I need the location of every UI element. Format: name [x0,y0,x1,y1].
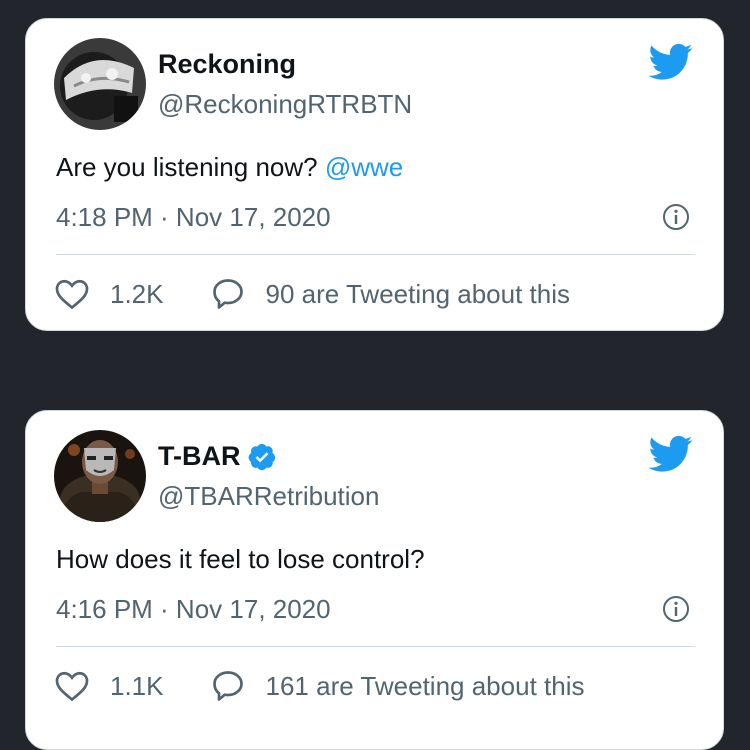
conversation-count[interactable]: 161 are Tweeting about this [266,671,585,702]
user-handle[interactable]: @TBARRetribution [158,481,379,512]
verified-badge-icon [248,443,275,470]
tweet-card[interactable]: T-BAR @TBARRetribution How does it feel … [25,410,724,750]
avatar[interactable] [54,38,146,130]
display-name-text[interactable]: Reckoning [158,49,296,80]
mention-link[interactable]: @wwe [325,152,403,182]
tweet-body: How does it feel to lose control? [56,544,425,574]
divider [56,646,695,647]
reply-bubble-icon[interactable] [210,668,246,704]
action-row: 1.2K 90 are Tweeting about this [54,276,570,312]
divider [56,254,695,255]
action-row: 1.1K 161 are Tweeting about this [54,668,584,704]
display-name[interactable]: T-BAR [158,441,277,472]
info-icon[interactable] [662,203,690,231]
display-name[interactable]: Reckoning [158,49,296,80]
heart-icon[interactable] [54,668,90,704]
like-count[interactable]: 1.1K [110,671,164,702]
like-count[interactable]: 1.2K [110,279,164,310]
tweet-body: Are you listening now? [56,152,325,182]
heart-icon[interactable] [54,276,90,312]
user-handle[interactable]: @ReckoningRTRBTN [158,89,412,120]
tweet-text: How does it feel to lose control? [56,544,425,575]
twitter-bird-icon[interactable] [649,43,693,81]
timestamp[interactable]: 4:16 PM · Nov 17, 2020 [56,594,331,625]
twitter-bird-icon[interactable] [649,435,693,473]
info-icon[interactable] [662,595,690,623]
tweet-text: Are you listening now? @wwe [56,152,403,183]
reply-bubble-icon[interactable] [210,276,246,312]
display-name-text[interactable]: T-BAR [158,441,241,472]
avatar[interactable] [54,430,146,522]
tweet-card[interactable]: Reckoning @ReckoningRTRBTN Are you liste… [25,18,724,331]
timestamp[interactable]: 4:18 PM · Nov 17, 2020 [56,202,331,233]
conversation-count[interactable]: 90 are Tweeting about this [266,279,571,310]
